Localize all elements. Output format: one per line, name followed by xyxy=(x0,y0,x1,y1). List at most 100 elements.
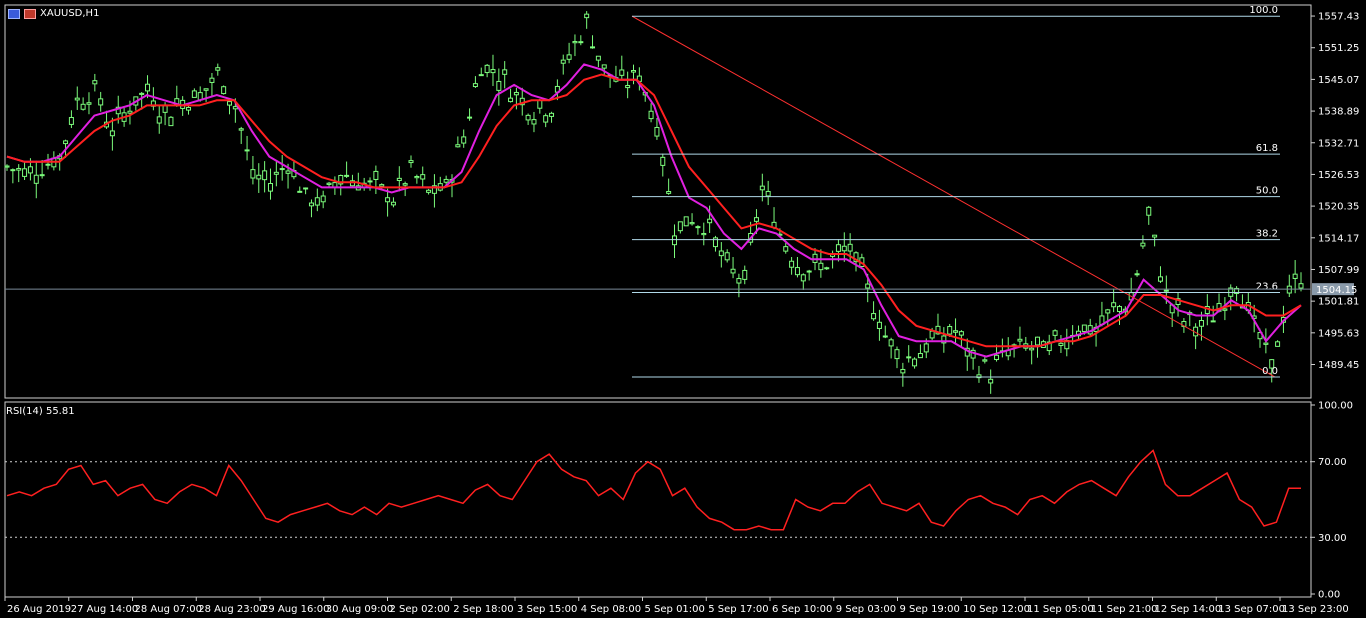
candle-body xyxy=(1263,342,1269,345)
candle-body xyxy=(876,321,882,329)
rsi-axis-label: 100.00 xyxy=(1318,401,1353,412)
candle-body xyxy=(1210,320,1216,323)
candle-body xyxy=(537,99,543,109)
price-axis-label: 1532.71 xyxy=(1318,138,1359,149)
candle-body xyxy=(92,80,98,85)
candle-body xyxy=(701,232,707,236)
candle-body xyxy=(595,55,601,61)
candle-body xyxy=(765,190,771,197)
candle-body xyxy=(912,358,918,367)
candle-body xyxy=(1146,206,1152,216)
candle-body xyxy=(320,195,326,203)
candle-body xyxy=(262,170,268,181)
fibonacci-level-label: 50.0 xyxy=(1256,186,1278,197)
candle-body xyxy=(1292,273,1298,279)
candle-body xyxy=(590,46,596,49)
price-axis-label: 1520.35 xyxy=(1318,202,1359,213)
candle-body xyxy=(806,270,812,273)
candle-body xyxy=(1275,341,1281,347)
candle-body xyxy=(16,167,22,171)
candle-body xyxy=(1222,308,1228,311)
candle-body xyxy=(783,246,789,252)
candle-body xyxy=(33,174,39,184)
candle-body xyxy=(443,178,449,183)
candle-body xyxy=(525,114,531,121)
candle-body xyxy=(660,156,666,166)
price-axis-label: 1538.89 xyxy=(1318,107,1359,118)
time-axis-label: 3 Sep 15:00 xyxy=(517,604,577,615)
time-axis-label: 11 Sep 21:00 xyxy=(1091,604,1158,615)
fibonacci-level-label: 0.0 xyxy=(1262,366,1278,377)
candle-body xyxy=(508,97,514,103)
candle-body xyxy=(531,119,537,125)
candle-body xyxy=(543,115,549,123)
candle-body xyxy=(695,226,701,229)
candle-body xyxy=(988,378,994,384)
candle-body xyxy=(86,102,92,105)
time-axis-label: 12 Sep 14:00 xyxy=(1155,604,1222,615)
candle-body xyxy=(847,243,853,252)
candle-body xyxy=(982,359,988,362)
candle-body xyxy=(888,339,894,347)
candle-body xyxy=(22,168,28,177)
candle-body xyxy=(958,331,964,336)
time-axis-label: 2 Sep 18:00 xyxy=(453,604,513,615)
candle-body xyxy=(654,126,660,137)
candle-body xyxy=(917,353,923,359)
candle-body xyxy=(871,313,877,320)
candle-body xyxy=(273,171,279,175)
candle-body xyxy=(671,235,677,246)
candle-body xyxy=(789,260,795,268)
candle-body xyxy=(414,175,420,179)
candle-body xyxy=(835,244,841,252)
candle-body xyxy=(753,217,759,222)
time-axis-label: 29 Aug 16:00 xyxy=(262,604,329,615)
candle-body xyxy=(707,218,713,224)
candle-body xyxy=(882,335,888,338)
candle-body xyxy=(461,136,467,144)
candle-body xyxy=(730,268,736,274)
candle-body xyxy=(420,174,426,180)
price-pane[interactable]: 100.0 61.8 50.0 38.2 23.6 0.0 xyxy=(4,5,1311,394)
candle-body xyxy=(209,77,215,83)
time-axis-label: 9 Sep 19:00 xyxy=(900,604,960,615)
candle-body xyxy=(80,103,86,110)
candle-body xyxy=(841,245,847,252)
candle-body xyxy=(648,110,654,120)
candle-body xyxy=(63,140,69,145)
candle-body xyxy=(1081,324,1087,332)
candle-body xyxy=(215,67,221,71)
candle-body xyxy=(303,187,309,190)
time-axis-label: 2 Sep 02:00 xyxy=(390,604,450,615)
candle-body xyxy=(484,64,490,74)
candle-body xyxy=(186,106,192,111)
candle-body xyxy=(267,183,273,192)
time-axis-label: 13 Sep 07:00 xyxy=(1218,604,1285,615)
trading-chart[interactable]: 100.0 61.8 50.0 38.2 23.6 0.0 1557.43 1551.25 1… xyxy=(0,0,1366,618)
candle-body xyxy=(566,54,572,60)
current-price-label: 1504.15 xyxy=(1316,285,1357,296)
candle-body xyxy=(145,83,151,92)
candle-body xyxy=(1152,234,1158,238)
rsi-pane[interactable] xyxy=(5,449,1311,538)
candle-body xyxy=(1163,289,1169,292)
candle-body xyxy=(619,69,625,76)
price-pane-frame xyxy=(4,4,1312,399)
candle-body xyxy=(994,354,1000,361)
candle-body xyxy=(203,88,209,91)
candle-body xyxy=(455,144,461,148)
candle-body xyxy=(156,116,162,124)
candle-body xyxy=(279,168,285,171)
candle-body xyxy=(256,174,262,180)
candle-body xyxy=(929,330,935,339)
candle-body xyxy=(367,180,373,183)
rsi-pane-frame xyxy=(4,401,1312,598)
candle-body xyxy=(894,349,900,360)
candle-body xyxy=(800,274,806,282)
candle-body xyxy=(139,92,145,95)
candle-body xyxy=(385,197,391,203)
candle-body xyxy=(742,269,748,280)
candle-body xyxy=(683,216,689,227)
candle-body xyxy=(549,112,555,117)
candle-body xyxy=(1017,338,1023,342)
